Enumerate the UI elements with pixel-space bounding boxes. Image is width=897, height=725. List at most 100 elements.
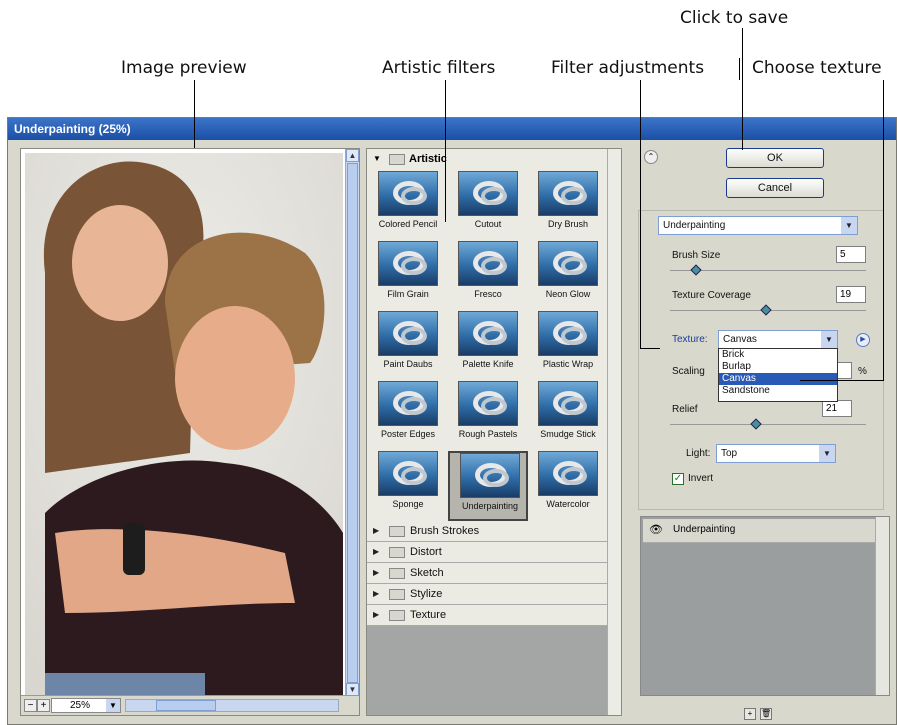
filter-select[interactable]: Underpainting ▼ [658, 216, 858, 235]
filter-controls: ⌃ OK Cancel Underpainting ▼ Brush Size 5… [630, 138, 892, 513]
filter-select-value: Underpainting [663, 220, 726, 231]
collapse-gallery-icon[interactable]: ⌃ [644, 150, 658, 164]
leader-choose-texture-h [800, 380, 884, 381]
annotation-filter-adjustments: Filter adjustments [551, 58, 705, 78]
eye-icon[interactable]: 👁 [649, 524, 663, 536]
filter-thumb[interactable]: Dry Brush [528, 171, 608, 241]
chevron-down-icon: ▼ [819, 445, 835, 462]
filter-thumb[interactable]: Palette Knife [448, 311, 528, 381]
filter-thumb[interactable]: Plastic Wrap [528, 311, 608, 381]
zoom-in-button[interactable]: + [37, 699, 50, 712]
category-stylize[interactable]: ▶ Stylize [367, 584, 609, 605]
folder-icon [389, 609, 405, 621]
texture-option[interactable]: Canvas [719, 373, 837, 385]
filter-thumbnail-image [378, 381, 438, 426]
layer-label: Underpainting [673, 524, 736, 535]
texture-select[interactable]: Canvas ▼ [718, 330, 838, 349]
triangle-right-icon: ▶ [373, 610, 380, 619]
filter-thumbnail-image [458, 381, 518, 426]
knot-shape [401, 467, 427, 485]
category-texture[interactable]: ▶ Texture [367, 605, 609, 626]
category-distort[interactable]: ▶ Distort [367, 542, 609, 563]
filter-thumb[interactable]: Film Grain [368, 241, 448, 311]
preview-vertical-scrollbar[interactable]: ▲ ▼ [345, 149, 359, 697]
zoom-select[interactable]: 25% ▼ [51, 698, 121, 713]
leader-filter-adjustments-v [640, 80, 641, 348]
gallery-scrollbar[interactable] [607, 149, 621, 715]
category-brush-strokes[interactable]: ▶ Brush Strokes [367, 521, 609, 542]
filter-thumbnail-image [538, 451, 598, 496]
layer-row[interactable]: 👁 Underpainting [643, 519, 875, 543]
delete-layer-icon[interactable]: 🗑 [760, 708, 772, 720]
filter-thumb[interactable]: Fresco [448, 241, 528, 311]
zoom-out-button[interactable]: − [24, 699, 37, 712]
folder-icon [389, 525, 405, 537]
filter-thumbnail-image [460, 453, 520, 498]
scaling-label: Scaling [672, 366, 705, 377]
knot-shape [561, 397, 587, 415]
texture-coverage-input[interactable]: 19 [836, 286, 866, 303]
chevron-down-icon: ▼ [841, 217, 857, 234]
layer-buttons: + 🗑 [744, 703, 784, 720]
preview-scroll-up-icon[interactable]: ▲ [346, 149, 359, 162]
filter-thumb[interactable]: Rough Pastels [448, 381, 528, 451]
brush-size-label: Brush Size [672, 250, 721, 261]
leader-image-preview [194, 80, 195, 148]
filter-thumbnail-image [538, 311, 598, 356]
annotation-choose-texture: Choose texture [752, 58, 882, 78]
texture-coverage-label: Texture Coverage [672, 290, 751, 301]
cancel-button[interactable]: Cancel [726, 178, 824, 198]
filter-thumb[interactable]: Colored Pencil [368, 171, 448, 241]
preview-horizontal-scrollbar[interactable] [125, 699, 339, 712]
filter-thumbnail-image [458, 171, 518, 216]
scaling-unit: % [858, 366, 867, 377]
filter-thumb[interactable]: Sponge [368, 451, 448, 521]
new-layer-icon[interactable]: + [744, 708, 756, 720]
preview-vscroll-thumb[interactable] [347, 163, 358, 683]
filter-thumb[interactable]: Paint Daubs [368, 311, 448, 381]
filter-thumb[interactable]: Underpainting [448, 451, 528, 521]
invert-checkbox[interactable]: ✓ [672, 473, 684, 485]
filter-thumb[interactable]: Neon Glow [528, 241, 608, 311]
layers-scrollbar[interactable] [875, 517, 889, 695]
knot-shape [401, 257, 427, 275]
category-label: Stylize [410, 588, 443, 600]
texture-option[interactable]: Burlap [719, 361, 837, 373]
filter-label: Palette Knife [462, 359, 514, 369]
preview-hscroll-thumb[interactable] [156, 700, 216, 711]
leader-artistic-filters [445, 80, 446, 222]
light-select[interactable]: Top ▼ [716, 444, 836, 463]
filter-label: Film Grain [387, 289, 429, 299]
texture-select-value: Canvas [723, 334, 757, 345]
relief-slider[interactable] [670, 424, 866, 425]
filter-thumbnail-image [378, 171, 438, 216]
filter-label: Dry Brush [547, 219, 588, 229]
filter-label: Cutout [474, 219, 502, 229]
filter-thumb[interactable]: Smudge Stick [528, 381, 608, 451]
knot-shape [561, 327, 587, 345]
texture-option[interactable]: Sandstone [719, 385, 837, 397]
category-label: Sketch [410, 567, 444, 579]
leader-filter-adjustments-h [640, 348, 660, 349]
knot-shape [401, 397, 427, 415]
category-label: Brush Strokes [410, 525, 480, 537]
knot-shape [561, 257, 587, 275]
knot-shape [401, 327, 427, 345]
filter-thumb[interactable]: Watercolor [528, 451, 608, 521]
filter-thumb[interactable]: Cutout [448, 171, 528, 241]
relief-input[interactable]: 21 [822, 400, 852, 417]
filter-thumb[interactable]: Poster Edges [368, 381, 448, 451]
annotation-click-to-save: Click to save [680, 8, 789, 28]
folder-icon [389, 567, 405, 579]
texture-menu-icon[interactable]: ▶ [856, 333, 870, 347]
ok-button[interactable]: OK [726, 148, 824, 168]
texture-label: Texture: [672, 334, 708, 345]
zoom-value: 25% [70, 700, 91, 711]
triangle-right-icon: ▶ [373, 568, 380, 577]
brush-size-input[interactable]: 5 [836, 246, 866, 263]
texture-dropdown-list: Brick Burlap Canvas Sandstone [718, 348, 838, 402]
knot-shape [481, 327, 507, 345]
texture-option[interactable]: Brick [719, 349, 837, 361]
category-artistic[interactable]: ▼ Artistic [367, 149, 609, 169]
category-sketch[interactable]: ▶ Sketch [367, 563, 609, 584]
